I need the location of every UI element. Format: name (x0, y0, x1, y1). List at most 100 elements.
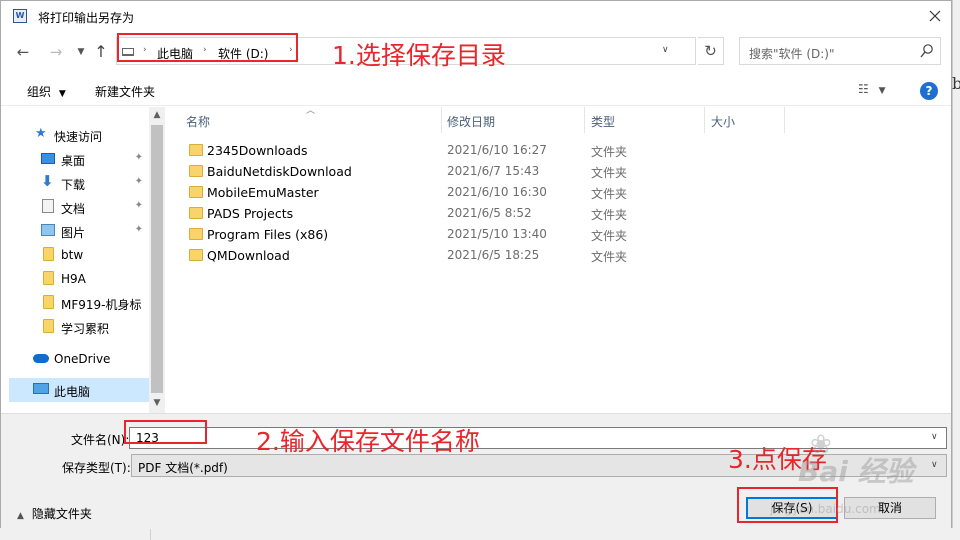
desktop-icon (41, 153, 55, 164)
file-type: 文件夹 (591, 166, 628, 180)
file-name: QMDownload (207, 248, 290, 263)
file-type: 文件夹 (591, 145, 628, 159)
organize-menu[interactable]: 组织 ▼ (27, 83, 66, 100)
file-date: 2021/6/5 8:52 (447, 206, 532, 220)
background-window-edge: b (952, 0, 960, 540)
annotation-step1: 1.选择保存目录 (332, 41, 506, 70)
file-date: 2021/6/5 18:25 (447, 248, 540, 262)
close-icon (929, 10, 941, 22)
column-header-size[interactable]: 大小 (711, 113, 735, 130)
file-name: Program Files (x86) (207, 227, 329, 242)
scrollbar-thumb[interactable] (151, 125, 163, 393)
hide-folders-label: 隐藏文件夹 (31, 507, 92, 521)
folder-icon (189, 249, 203, 261)
view-options-button[interactable]: ☷ ▼ (858, 82, 896, 100)
chevron-down-icon: ▼ (878, 86, 886, 96)
new-folder-label: 新建文件夹 (95, 85, 156, 99)
star-icon: ★ (35, 126, 47, 141)
chevron-up-icon: ▲ (17, 511, 24, 521)
help-button[interactable]: ? (920, 82, 938, 100)
sidebar-item-label: 学习累积 (61, 322, 110, 336)
list-item[interactable]: QMDownload 2021/6/5 18:25 文件夹 (166, 245, 946, 266)
column-divider (784, 107, 785, 133)
file-date: 2021/6/7 15:43 (447, 164, 540, 178)
column-header-name[interactable]: 名称 (186, 113, 210, 130)
search-icon (920, 44, 933, 58)
help-icon: ? (925, 84, 933, 98)
scroll-up-icon[interactable]: ▲ (149, 110, 165, 120)
chevron-down-icon: ▼ (58, 89, 66, 99)
download-icon: ⬇ (41, 172, 54, 190)
folder-icon (189, 144, 203, 156)
list-item[interactable]: 2345Downloads 2021/6/10 16:27 文件夹 (166, 140, 946, 161)
sidebar-item-downloads[interactable]: ⬇ 下载 ✦ (9, 171, 149, 195)
folder-icon (43, 295, 54, 309)
filename-label: 文件名(N): (71, 433, 130, 447)
sort-ascending-icon: ︿ (306, 106, 316, 116)
arrow-right-icon: → (49, 43, 63, 61)
sidebar-item-onedrive[interactable]: OneDrive (9, 347, 149, 371)
chevron-down-icon: ▼ (77, 47, 85, 57)
folder-icon (43, 247, 54, 261)
sidebar-item-desktop[interactable]: 桌面 ✦ (9, 147, 149, 171)
file-name: 2345Downloads (207, 143, 308, 158)
forward-button[interactable]: → (46, 42, 66, 62)
new-folder-button[interactable]: 新建文件夹 (95, 83, 155, 100)
column-header-type[interactable]: 类型 (591, 113, 615, 130)
file-date: 2021/6/10 16:30 (447, 185, 547, 199)
computer-icon (33, 383, 49, 394)
sidebar-item-label: 桌面 (61, 154, 86, 168)
file-type: 文件夹 (591, 187, 628, 201)
baidu-jingyan-watermark: ❀ Bai 经验 jingyan.baidu.com (748, 430, 948, 520)
list-item[interactable]: PADS Projects 2021/6/5 8:52 文件夹 (166, 203, 946, 224)
background-text: b (952, 74, 960, 93)
column-header-date[interactable]: 修改日期 (447, 113, 495, 130)
navigation-pane: ★ 快速访问 桌面 ✦ ⬇ 下载 ✦ 文档 ✦ 图片 ✦ btw H9A MF9… (9, 107, 149, 413)
annotation-box-filename (124, 420, 207, 444)
sidebar-item-h9a[interactable]: H9A (9, 267, 149, 291)
organize-label: 组织 (27, 85, 52, 99)
folder-icon (189, 186, 203, 198)
sidebar-item-label: btw (61, 248, 84, 262)
pin-icon: ✦ (134, 152, 143, 163)
hide-folders-toggle[interactable]: ▲ 隐藏文件夹 (17, 505, 92, 522)
cloud-icon (33, 354, 49, 363)
close-button[interactable] (919, 1, 951, 31)
list-item[interactable]: Program Files (x86) 2021/5/10 13:40 文件夹 (166, 224, 946, 245)
up-button[interactable]: ↑ (91, 42, 111, 62)
sidebar-item-label: OneDrive (54, 352, 111, 366)
sidebar-item-pictures[interactable]: 图片 ✦ (9, 219, 149, 243)
sidebar-item-study[interactable]: 学习累积 (9, 315, 149, 339)
sidebar-item-label: 文档 (61, 202, 86, 216)
folder-icon (43, 271, 54, 285)
pin-icon: ✦ (134, 200, 143, 211)
recent-locations-button[interactable]: ▼ (71, 42, 91, 62)
file-date: 2021/6/10 16:27 (447, 143, 547, 157)
column-divider (584, 107, 585, 133)
watermark-url: jingyan.baidu.com (770, 502, 881, 516)
list-item[interactable]: BaiduNetdiskDownload 2021/6/7 15:43 文件夹 (166, 161, 946, 182)
column-divider (441, 107, 442, 133)
back-button[interactable]: ← (13, 42, 33, 62)
sidebar-scrollbar[interactable]: ▲ ▼ (149, 107, 165, 413)
pin-icon: ✦ (134, 224, 143, 235)
refresh-icon: ↻ (704, 42, 717, 60)
list-item[interactable]: MobileEmuMaster 2021/6/10 16:30 文件夹 (166, 182, 946, 203)
refresh-button[interactable]: ↻ (698, 37, 724, 65)
background-window-below (0, 528, 960, 540)
details-view-icon: ☷ (858, 82, 869, 96)
file-name: PADS Projects (207, 206, 294, 221)
search-input[interactable]: 搜索"软件 (D:)" (749, 45, 835, 62)
sidebar-item-this-pc[interactable]: 此电脑 (9, 378, 149, 402)
sidebar-item-mf919[interactable]: MF919-机身标 (9, 291, 149, 315)
watermark-logo-text: Bai 经验 (798, 455, 914, 488)
address-dropdown-icon[interactable]: ∨ (662, 45, 669, 55)
folder-icon (189, 207, 203, 219)
file-list: ︿ 名称 修改日期 类型 大小 2345Downloads 2021/6/10 … (166, 106, 951, 413)
arrow-left-icon: ← (16, 43, 30, 61)
sidebar-item-btw[interactable]: btw (9, 243, 149, 267)
sidebar-item-quick-access[interactable]: ★ 快速访问 (9, 123, 149, 147)
search-box[interactable]: 搜索"软件 (D:)" (739, 37, 941, 65)
sidebar-item-documents[interactable]: 文档 ✦ (9, 195, 149, 219)
scroll-down-icon[interactable]: ▼ (149, 398, 165, 408)
